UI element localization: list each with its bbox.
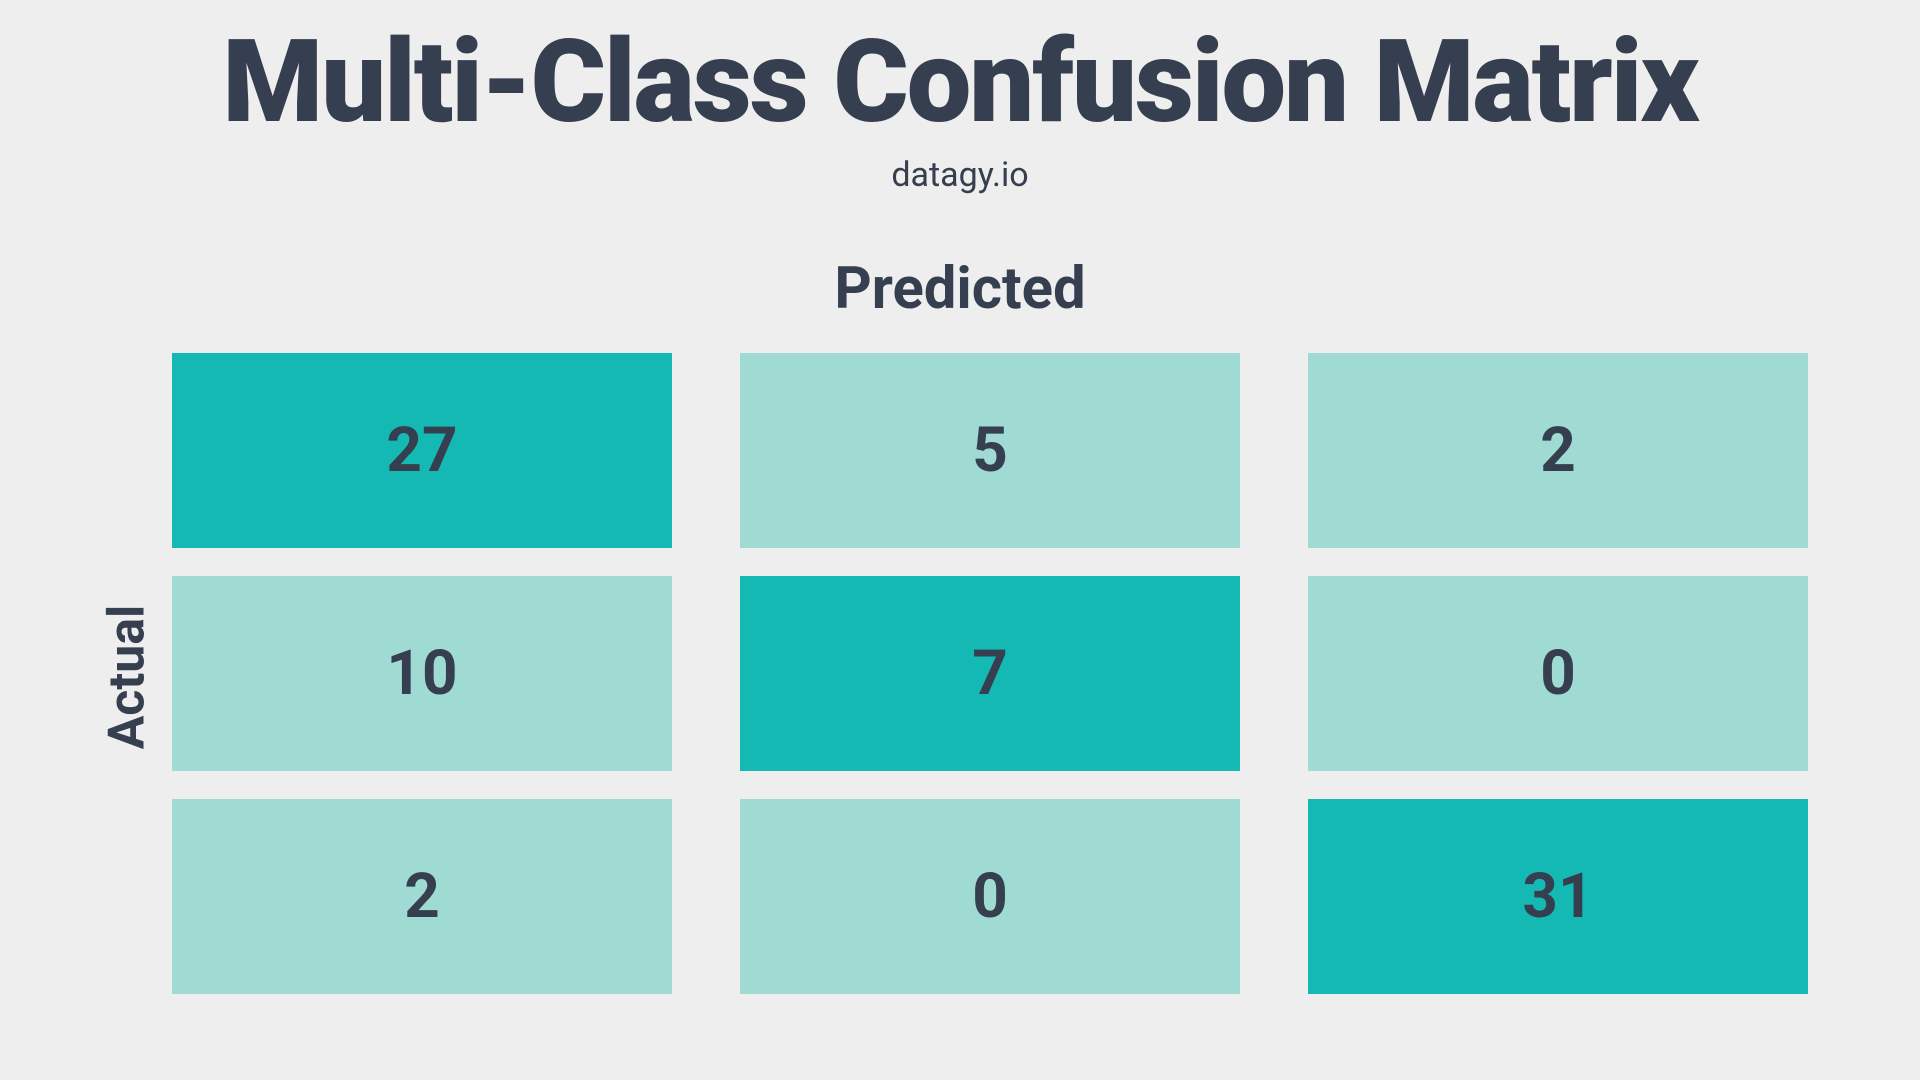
matrix-cell: 2 [1308,353,1808,548]
matrix-cell: 0 [740,799,1240,994]
matrix-area: Actual 27 5 2 10 7 0 2 0 31 [0,353,1920,994]
matrix-cell: 10 [172,576,672,771]
matrix-cell: 5 [740,353,1240,548]
matrix-cell: 31 [1308,799,1808,994]
matrix-cell: 27 [172,353,672,548]
chart-title: Multi-Class Confusion Matrix [222,20,1697,147]
matrix-cell: 2 [172,799,672,994]
matrix-cell: 0 [1308,576,1808,771]
confusion-matrix: 27 5 2 10 7 0 2 0 31 [172,353,1808,994]
x-axis-label: Predicted [834,255,1085,323]
chart-subtitle: datagy.io [891,155,1028,195]
y-axis-label: Actual [98,605,156,750]
matrix-cell: 7 [740,576,1240,771]
chart-container: Multi-Class Confusion Matrix datagy.io P… [0,0,1920,1080]
